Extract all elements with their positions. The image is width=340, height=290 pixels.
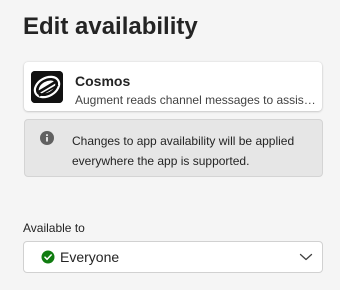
- app-name: Cosmos: [75, 73, 131, 89]
- app-description: Augment reads channel messages to assist…: [75, 93, 317, 107]
- chevron-down-icon: [299, 252, 313, 262]
- available-to-label: Available to: [23, 221, 85, 235]
- check-circle-icon: [41, 250, 55, 264]
- app-card: Cosmos Augment reads channel messages to…: [24, 62, 322, 111]
- availability-dropdown[interactable]: Everyone: [23, 241, 323, 273]
- availability-selected-value: Everyone: [60, 249, 120, 265]
- page-title: Edit availability: [23, 13, 198, 40]
- notice-text: Changes to app availability will be appl…: [72, 134, 295, 168]
- cosmos-logo-icon: [31, 71, 63, 103]
- availability-notice: Changes to app availability will be appl…: [24, 119, 323, 177]
- info-icon: [40, 131, 54, 145]
